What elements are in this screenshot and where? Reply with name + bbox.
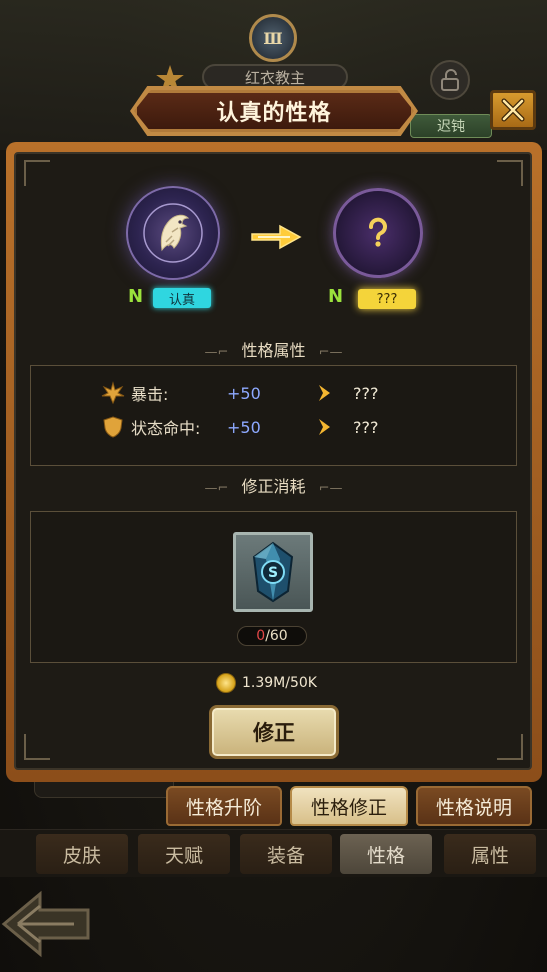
chevron-right-icon (319, 419, 330, 435)
tab-label: 性格修正 (310, 796, 387, 819)
tab-label: 性格说明 (435, 796, 512, 819)
current-trait-tag: 认真 (153, 288, 211, 308)
material-count: 0/60 (237, 626, 307, 646)
svg-text:S: S (268, 565, 278, 581)
corner-ornament (497, 734, 523, 760)
close-button[interactable] (490, 90, 536, 130)
divider-ornament: —⌐ (204, 345, 229, 360)
corner-ornament (497, 160, 523, 186)
tab-talent[interactable]: 天赋 (138, 834, 230, 874)
status-tag-label: 迟钝 (437, 119, 465, 135)
crit-burst-icon (101, 381, 125, 405)
current-grade: N (128, 286, 144, 307)
blue-crystal-icon: S (252, 541, 294, 603)
tab-label: 属性 (470, 844, 509, 867)
close-icon (501, 98, 525, 122)
attribute-row: 状态命中: +50 ??? (31, 413, 518, 441)
divider-ornament: ⌐— (318, 345, 343, 360)
next-grade: N (328, 286, 344, 307)
gold-cost-text: 1.39M/50K (242, 675, 317, 691)
material-required: /60 (265, 628, 288, 644)
tab-label: 天赋 (164, 844, 203, 867)
attribute-row: 暴击: +50 ??? (31, 379, 518, 407)
tab-trait-modify[interactable]: 性格修正 (290, 786, 408, 826)
attribute-label: 暴击: (131, 385, 169, 404)
sub-tab-bar: 性格升阶 性格修正 性格说明 (166, 786, 532, 828)
divider-ornament: —⌐ (204, 481, 229, 496)
tab-skin[interactable]: 皮肤 (36, 834, 128, 874)
status-tag: 迟钝 (410, 114, 492, 138)
material-owned: 0 (256, 628, 266, 644)
dialog-title: 认真的性格 (216, 101, 332, 126)
tab-trait-info[interactable]: 性格说明 (416, 786, 532, 826)
gold-cost: 1.39M/50K (216, 672, 317, 694)
main-tab-bar: 皮肤 天赋 装备 性格 属性 (0, 829, 547, 877)
attribute-next-value: ??? (353, 383, 379, 403)
rank-badge: Ⅲ (249, 14, 297, 62)
attribute-next-value: ??? (353, 417, 379, 437)
unlock-icon[interactable] (430, 60, 470, 100)
corner-ornament (24, 734, 50, 760)
tab-equipment[interactable]: 装备 (240, 834, 332, 874)
tab-trait-upgrade[interactable]: 性格升阶 (166, 786, 282, 826)
corner-ornament (24, 160, 50, 186)
attribute-value: +50 (227, 417, 261, 437)
back-arrow-icon[interactable] (0, 888, 96, 960)
upgrade-arrow-icon (251, 224, 302, 250)
question-mark-icon (333, 188, 423, 278)
tab-label: 性格 (366, 844, 405, 867)
attributes-box: 暴击: +50 ??? 状态命中: +50 ??? (30, 365, 517, 466)
attribute-label: 状态命中: (131, 419, 201, 438)
dialog-title-ribbon: 认真的性格 (134, 90, 414, 132)
modify-button-label: 修正 (253, 721, 295, 745)
gold-coin-icon (216, 673, 236, 693)
attributes-section-header: —⌐ 性格属性 ⌐— (0, 337, 547, 361)
tab-attributes[interactable]: 属性 (444, 834, 536, 874)
cost-section-header: —⌐ 修正消耗 ⌐— (0, 473, 547, 497)
tab-trait[interactable]: 性格 (340, 834, 432, 874)
eagle-emblem-icon (126, 186, 220, 280)
chevron-right-icon (319, 385, 330, 401)
cost-title: 修正消耗 (241, 477, 306, 496)
attribute-value: +50 (227, 383, 261, 403)
rank-numeral: Ⅲ (263, 28, 283, 48)
material-slot[interactable]: S (233, 532, 313, 612)
shield-icon (103, 416, 123, 438)
hero-name: 红衣教主 (244, 68, 305, 87)
tab-label: 性格升阶 (185, 796, 262, 819)
next-trait-tag: ??? (358, 289, 416, 309)
divider-ornament: ⌐— (318, 481, 343, 496)
attributes-title: 性格属性 (241, 341, 306, 360)
tab-label: 装备 (266, 844, 305, 867)
tab-label: 皮肤 (62, 844, 101, 867)
modify-button[interactable]: 修正 (209, 705, 339, 759)
panel-shadow-bar (34, 780, 174, 798)
